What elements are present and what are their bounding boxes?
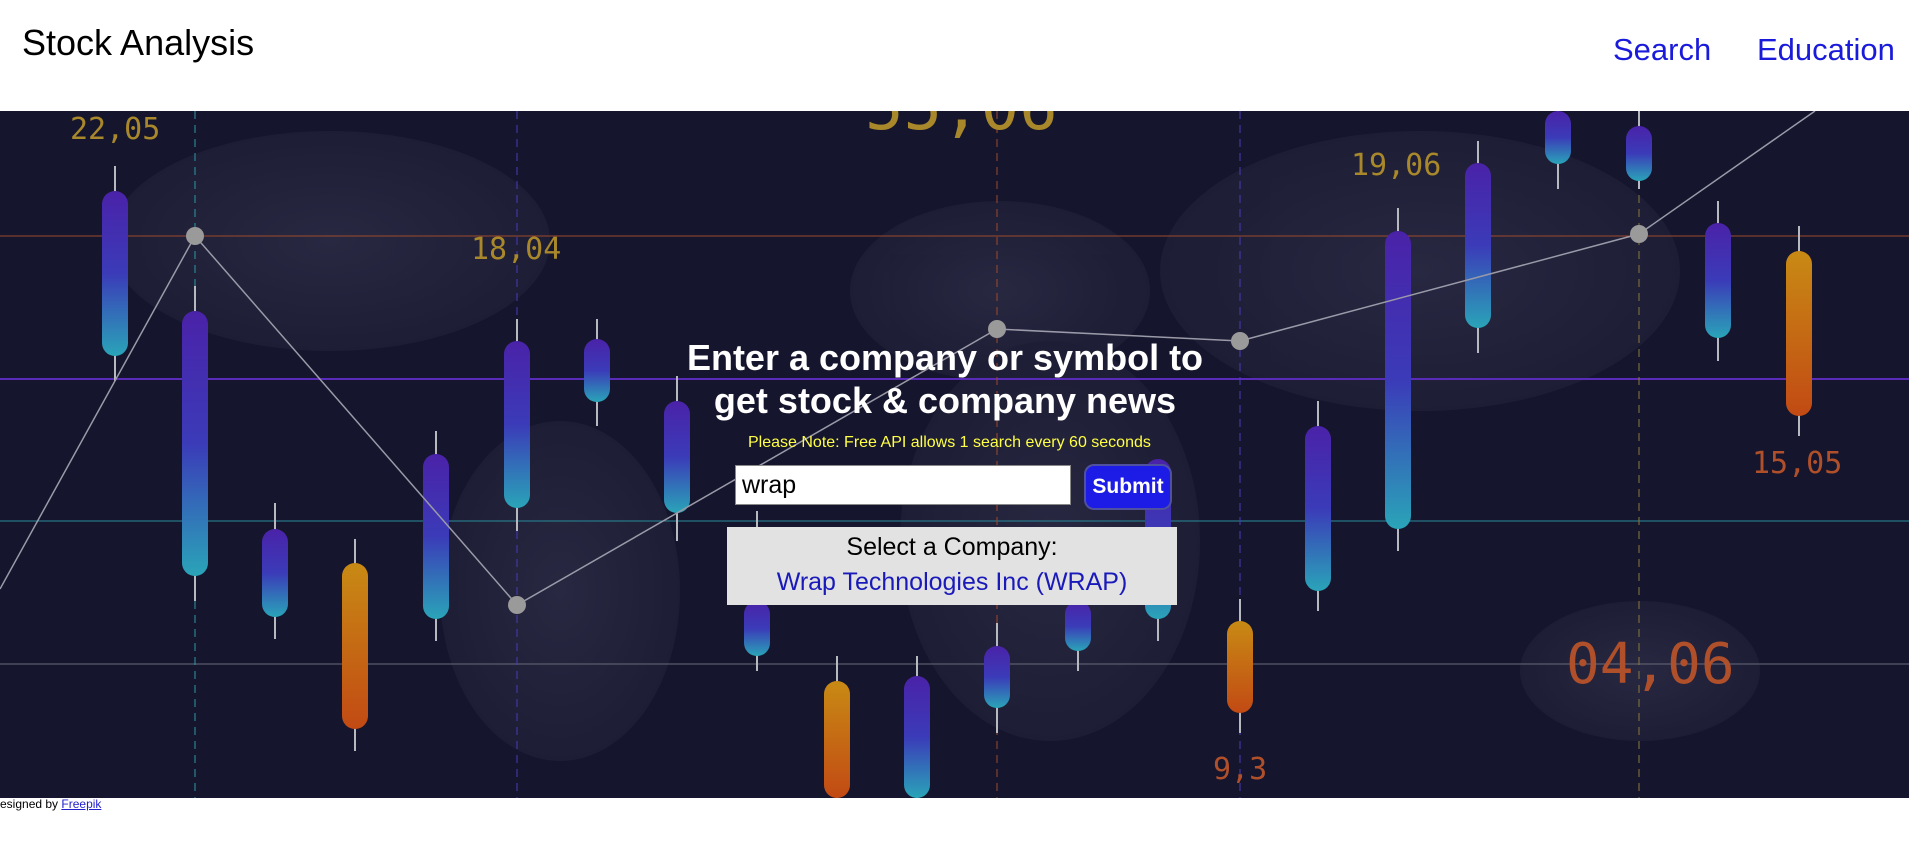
site-header: Stock Analysis Search Education [0, 0, 1909, 111]
nav-education-link[interactable]: Education [1757, 32, 1895, 68]
company-results-box: Select a Company: Wrap Technologies Inc … [727, 527, 1177, 605]
hero-section: 22,05 55,06 18,04 19,06 15,05 04,06 9,3 … [0, 111, 1909, 798]
freepik-link[interactable]: Freepik [61, 797, 101, 811]
footer-credit: esigned by Freepik [0, 797, 101, 811]
headline-line-2: get stock & company news [713, 380, 1177, 421]
headline-line-1: Enter a company or symbol to [686, 337, 1204, 378]
company-result-link[interactable]: Wrap Technologies Inc (WRAP) [727, 568, 1177, 597]
api-note: Please Note: Free API allows 1 search ev… [748, 434, 1151, 451]
search-panel: Enter a company or symbol to get stock &… [0, 111, 1909, 798]
submit-button[interactable]: Submit [1084, 464, 1172, 510]
company-search-input[interactable] [735, 465, 1071, 505]
site-brand[interactable]: Stock Analysis [22, 22, 254, 64]
nav-search-link[interactable]: Search [1613, 32, 1711, 68]
page-headline: Enter a company or symbol to get stock &… [645, 336, 1245, 422]
results-title: Select a Company: [846, 533, 1058, 561]
footer-prefix: esigned by [0, 797, 62, 811]
